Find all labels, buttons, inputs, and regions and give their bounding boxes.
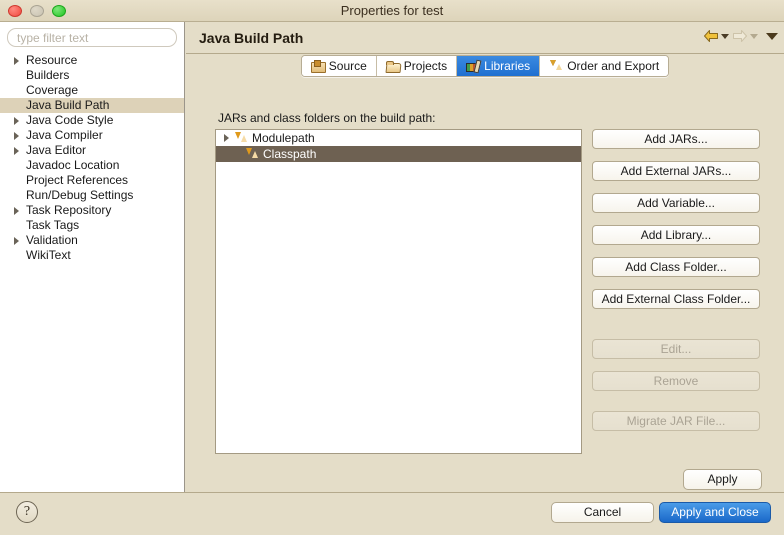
libraries-content: JARs and class folders on the build path… xyxy=(186,77,784,492)
filter-container xyxy=(0,22,184,51)
add-external-jars-button[interactable]: Add External JARs... xyxy=(592,161,760,181)
sidebar-item-builders[interactable]: Builders xyxy=(0,68,184,83)
settings-tree: Resource Builders Coverage Java Build Pa… xyxy=(0,51,184,263)
chevron-down-icon[interactable] xyxy=(750,33,758,39)
sidebar-item-wikitext[interactable]: WikiText xyxy=(0,248,184,263)
add-jars-button[interactable]: Add JARs... xyxy=(592,129,760,149)
edit-button[interactable]: Edit... xyxy=(592,339,760,359)
sidebar-item-java-compiler[interactable]: Java Compiler xyxy=(0,128,184,143)
sidebar-item-java-editor[interactable]: Java Editor xyxy=(0,143,184,158)
chevron-right-icon[interactable] xyxy=(14,57,19,65)
sidebar-item-java-code-style[interactable]: Java Code Style xyxy=(0,113,184,128)
tab-label: Order and Export xyxy=(567,59,660,73)
up-down-arrows-icon xyxy=(235,132,249,144)
forward-button[interactable] xyxy=(732,29,758,43)
help-button[interactable]: ? xyxy=(16,501,38,523)
add-class-folder-button[interactable]: Add Class Folder... xyxy=(592,257,760,277)
title-bar: Properties for test xyxy=(0,0,784,22)
remove-button[interactable]: Remove xyxy=(592,371,760,391)
build-path-tabs: Source Projects Libraries Order and Expo… xyxy=(300,55,670,77)
add-variable-button[interactable]: Add Variable... xyxy=(592,193,760,213)
view-menu-chevron-down-icon[interactable] xyxy=(766,32,778,40)
sidebar-item-javadoc-location[interactable]: Javadoc Location xyxy=(0,158,184,173)
sidebar-item-label: Java Code Style xyxy=(26,113,114,127)
sidebar-item-run-debug-settings[interactable]: Run/Debug Settings xyxy=(0,188,184,203)
page-title: Java Build Path xyxy=(199,30,304,46)
tab-label: Libraries xyxy=(484,59,531,73)
tab-source[interactable]: Source xyxy=(301,56,377,76)
list-item-label: Classpath xyxy=(263,147,317,161)
properties-dialog: Properties for test Resource Builders Co… xyxy=(0,0,784,535)
sidebar-item-task-repository[interactable]: Task Repository xyxy=(0,203,184,218)
sidebar-item-label: Java Editor xyxy=(26,143,87,157)
sidebar-item-label: Run/Debug Settings xyxy=(26,188,134,202)
list-item-modulepath[interactable]: Modulepath xyxy=(216,130,581,146)
tab-order-and-export[interactable]: Order and Export xyxy=(540,56,669,76)
chevron-right-icon[interactable] xyxy=(14,147,19,155)
chevron-right-icon[interactable] xyxy=(14,237,19,245)
add-external-class-folder-button[interactable]: Add External Class Folder... xyxy=(592,289,760,309)
sidebar-item-label: Java Build Path xyxy=(26,98,110,112)
sidebar-item-task-tags[interactable]: Task Tags xyxy=(0,218,184,233)
sidebar-item-label: Javadoc Location xyxy=(26,158,120,172)
forward-arrow-icon xyxy=(733,30,747,42)
dialog-footer: ? Cancel Apply and Close xyxy=(0,492,784,535)
list-item-label: Modulepath xyxy=(252,131,315,145)
chevron-right-icon[interactable] xyxy=(14,117,19,125)
tabbar-container: Source Projects Libraries Order and Expo… xyxy=(186,55,784,77)
sidebar-item-coverage[interactable]: Coverage xyxy=(0,83,184,98)
sidebar-item-label: Builders xyxy=(26,68,70,82)
window-title: Properties for test xyxy=(340,3,444,18)
sidebar-item-project-references[interactable]: Project References xyxy=(0,173,184,188)
tab-label: Source xyxy=(328,59,367,73)
sidebar-item-label: Resource xyxy=(26,53,78,67)
sidebar-item-label: Validation xyxy=(26,233,78,247)
up-down-arrows-icon xyxy=(549,60,563,72)
migrate-jar-file-button[interactable]: Migrate JAR File... xyxy=(592,411,760,431)
back-arrow-icon xyxy=(704,30,718,42)
apply-and-close-button[interactable]: Apply and Close xyxy=(659,502,771,523)
tab-label: Projects xyxy=(403,59,448,73)
package-icon xyxy=(310,60,326,73)
build-path-listbox[interactable]: Modulepath Classpath xyxy=(215,129,582,454)
tab-projects[interactable]: Projects xyxy=(376,56,458,76)
sidebar-item-label: Coverage xyxy=(26,83,79,97)
chevron-right-icon[interactable] xyxy=(224,134,229,142)
library-actions: Add JARs... Add External JARs... Add Var… xyxy=(592,129,762,443)
chevron-down-icon[interactable] xyxy=(721,33,729,39)
back-button[interactable] xyxy=(703,29,729,43)
sidebar-item-validation[interactable]: Validation xyxy=(0,233,184,248)
folder-icon xyxy=(385,60,400,72)
list-item-classpath[interactable]: Classpath xyxy=(216,146,581,162)
sidebar-item-resource[interactable]: Resource xyxy=(0,53,184,68)
filter-input[interactable] xyxy=(7,28,177,47)
up-down-arrows-icon xyxy=(246,148,260,160)
settings-pane: Java Build Path Source Projects Librarie… xyxy=(186,22,784,492)
chevron-right-icon[interactable] xyxy=(14,207,19,215)
sidebar-item-label: Project References xyxy=(26,173,129,187)
add-library-button[interactable]: Add Library... xyxy=(592,225,760,245)
pane-navigation xyxy=(703,29,778,43)
cancel-button[interactable]: Cancel xyxy=(551,502,654,523)
books-icon xyxy=(466,60,480,72)
sidebar-item-label: WikiText xyxy=(26,248,71,262)
sidebar-item-java-build-path[interactable]: Java Build Path xyxy=(0,98,184,113)
apply-button[interactable]: Apply xyxy=(683,469,762,490)
sidebar-item-label: Task Repository xyxy=(26,203,112,217)
chevron-right-icon[interactable] xyxy=(14,132,19,140)
tab-libraries[interactable]: Libraries xyxy=(457,56,541,76)
sidebar-item-label: Java Compiler xyxy=(26,128,103,142)
build-path-label: JARs and class folders on the build path… xyxy=(218,111,436,125)
pane-header: Java Build Path xyxy=(186,22,784,54)
settings-sidebar: Resource Builders Coverage Java Build Pa… xyxy=(0,22,185,492)
sidebar-item-label: Task Tags xyxy=(26,218,80,232)
